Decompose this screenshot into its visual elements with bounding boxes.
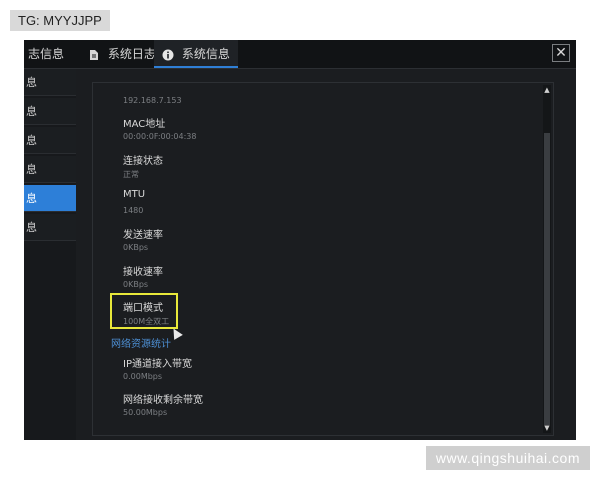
sidebar-item[interactable]: 息 [24, 69, 76, 96]
sidebar: 息 息 息 息 息 息 [24, 69, 76, 440]
remaining-bandwidth-label: 网络接收剩余带宽 [123, 395, 203, 406]
watermark-top-left: TG: MYYJJPP [10, 10, 110, 31]
scroll-up-icon[interactable]: ▲ [543, 85, 551, 95]
mtu-value: 1480 [123, 206, 144, 215]
sidebar-item-selected[interactable]: 息 [24, 185, 76, 212]
scroll-down-icon[interactable]: ▼ [543, 423, 551, 433]
info-panel: 192.168.7.153 MAC地址 00:00:0F:00:04:38 连接… [92, 82, 554, 436]
sidebar-item[interactable]: 息 [24, 127, 76, 154]
document-icon [90, 49, 98, 60]
watermark-bottom-right: www.qingshuihai.com [425, 446, 590, 470]
receive-rate-label: 接收速率 [123, 267, 163, 278]
scroll-thumb[interactable] [544, 133, 550, 425]
connection-status-label: 连接状态 [123, 156, 163, 167]
ip-channel-bandwidth-value: 0.00Mbps [123, 372, 163, 381]
close-icon: ✕ [555, 45, 567, 61]
sidebar-item[interactable]: 息 [24, 98, 76, 125]
sidebar-item[interactable]: 息 [24, 214, 76, 241]
sidebar-item-label: 息 [26, 76, 37, 89]
vertical-scrollbar[interactable]: ▲ ▼ [543, 85, 551, 433]
receive-rate-value: 0KBps [123, 280, 149, 289]
tab-bar: 志信息 系统日志 系统信息 ✕ [24, 40, 576, 69]
tab-system-log[interactable]: 系统日志 [82, 40, 162, 68]
ip-value: 192.168.7.153 [123, 96, 182, 105]
system-info-window: 志信息 系统日志 系统信息 ✕ 息 息 息 息 息 息 192.168.7.15… [24, 40, 576, 440]
tab-label: 系统信息 [181, 47, 230, 61]
tab-log-info[interactable]: 志信息 [24, 40, 76, 68]
sidebar-item-label: 息 [26, 163, 37, 176]
tab-label: 系统日志 [107, 47, 156, 61]
close-button[interactable]: ✕ [552, 44, 570, 62]
mac-value: 00:00:0F:00:04:38 [123, 132, 197, 141]
info-icon [162, 49, 174, 60]
port-mode-highlight-box [110, 293, 178, 329]
sidebar-item[interactable]: 息 [24, 156, 76, 183]
mtu-label: MTU [123, 189, 146, 200]
connection-status-value: 正常 [123, 170, 139, 179]
send-rate-value: 0KBps [123, 243, 149, 252]
network-stats-section-title[interactable]: 网络资源统计 [111, 335, 171, 350]
sidebar-item-label: 息 [26, 192, 37, 205]
ip-channel-bandwidth-label: IP通道接入带宽 [123, 359, 192, 370]
tab-system-info[interactable]: 系统信息 [154, 40, 238, 68]
mac-label: MAC地址 [123, 119, 166, 130]
remaining-bandwidth-value: 50.00Mbps [123, 408, 168, 417]
tab-label: 志信息 [28, 47, 65, 61]
send-rate-label: 发送速率 [123, 230, 163, 241]
sidebar-item-label: 息 [26, 105, 37, 118]
sidebar-item-label: 息 [26, 221, 37, 234]
sidebar-item-label: 息 [26, 134, 37, 147]
